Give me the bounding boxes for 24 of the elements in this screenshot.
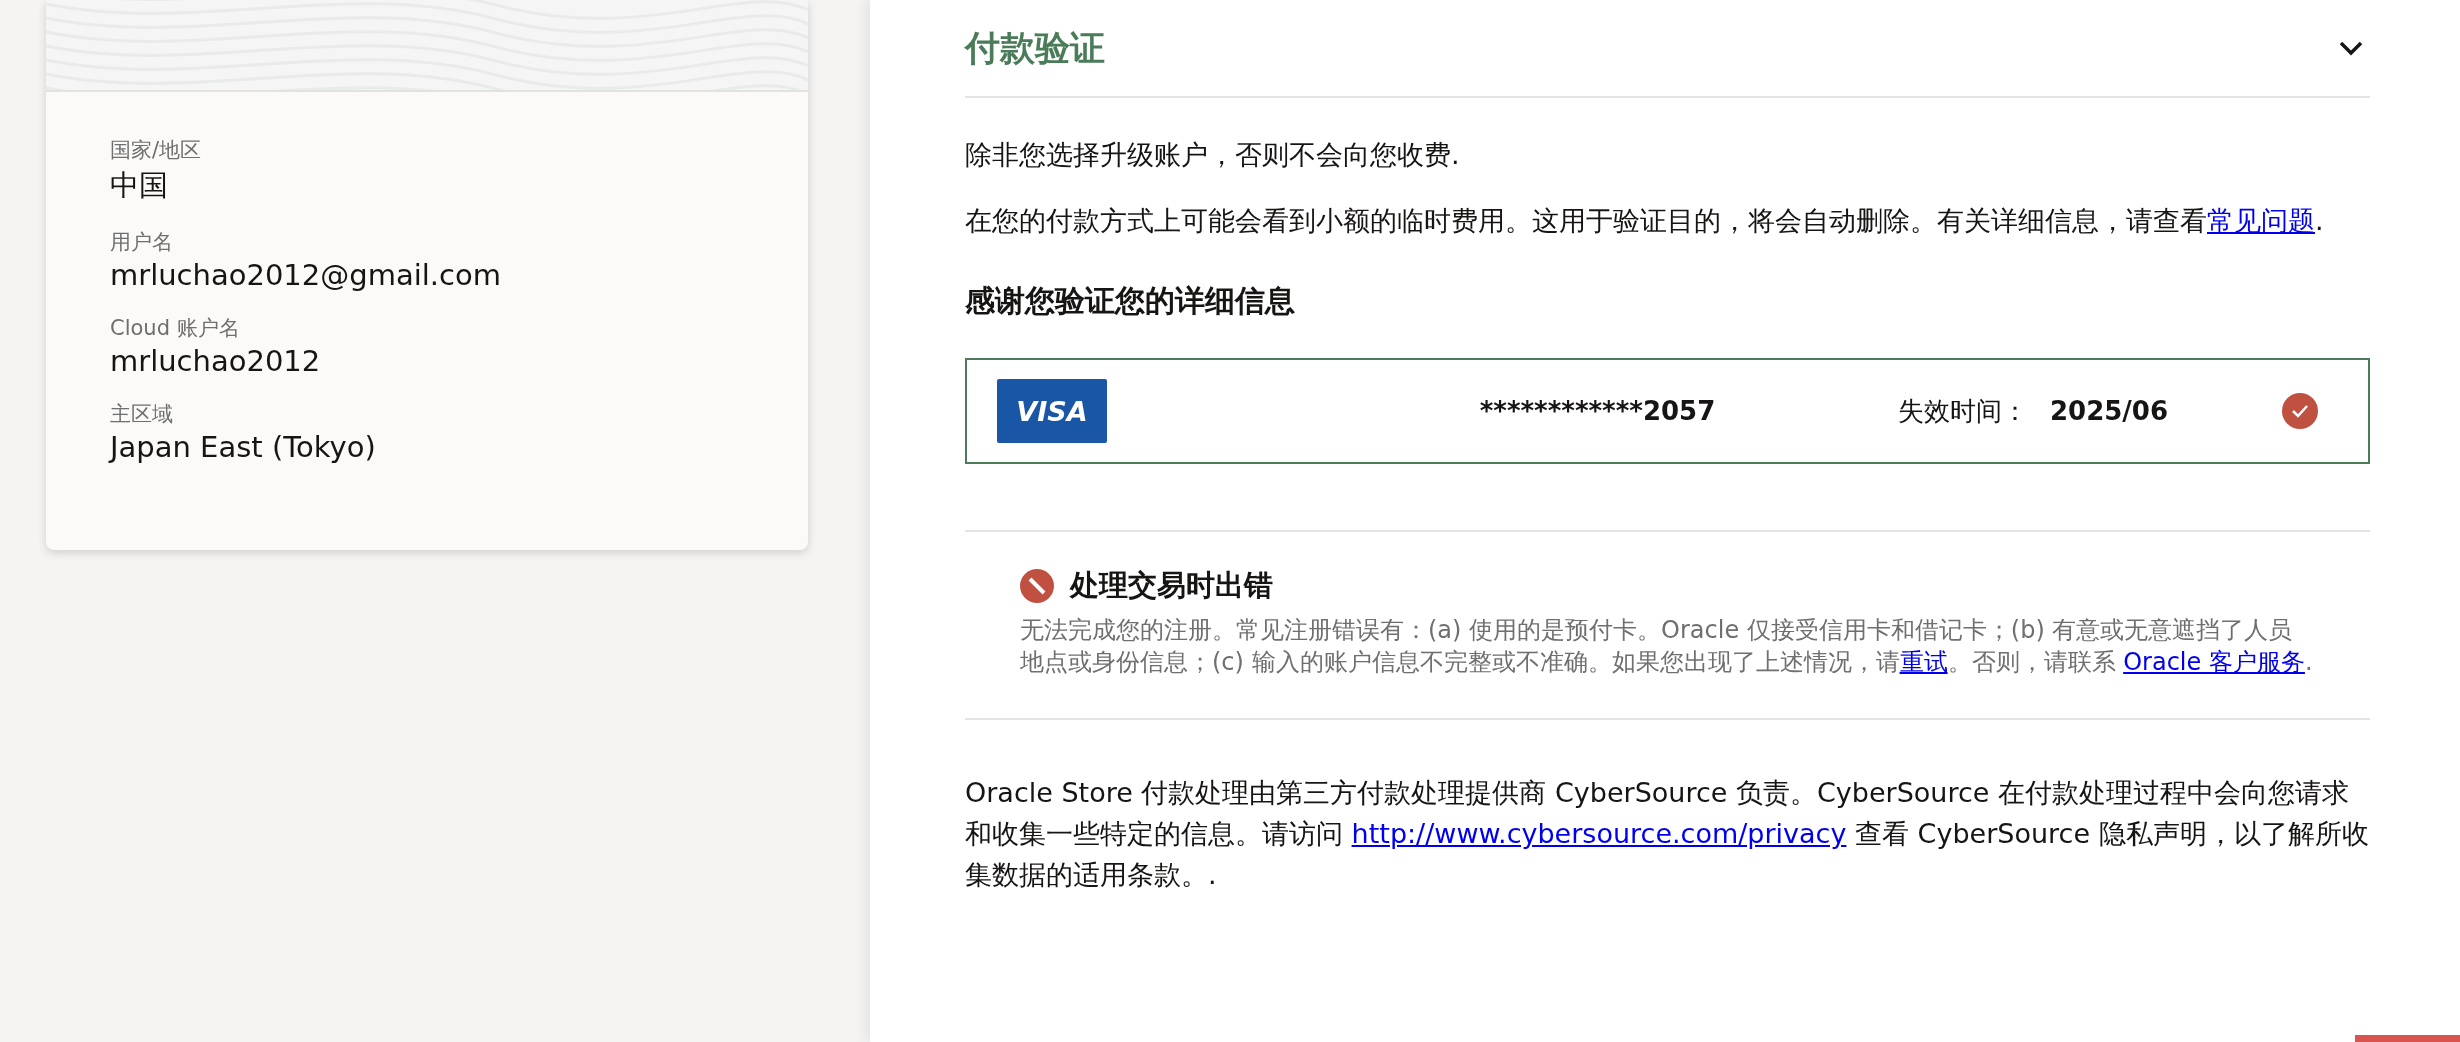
privacy-link[interactable]: http://www.cybersource.com/privacy — [1351, 818, 1847, 849]
error-title: 处理交易时出错 — [1070, 567, 1273, 604]
field-label: 国家/地区 — [110, 137, 203, 164]
expiry-label: 失效时间： — [1898, 394, 2028, 428]
field-label: Cloud 账户名 — [110, 315, 241, 342]
field-label: 用户名 — [110, 229, 174, 256]
error-text: 无法完成您的注册。常见注册错误有：(a) 使用的是预付卡。Oracle 仅接受信用卡和借记卡；(b) 有意或无意遮挡了人员地点或身份信息；(c) 输入的账户信息不完整或不准确。如果您出现了上述情况，请重试。否则，请联系 Oracle 客户服务. — [1020, 615, 2314, 678]
error-icon — [1020, 569, 1054, 603]
field-value: 中国 — [110, 167, 169, 204]
retry-link[interactable]: 重试 — [1899, 648, 1948, 676]
card-number: ************2057 — [1478, 396, 1717, 426]
field-label: 主区域 — [110, 401, 174, 428]
notice-text: 除非您选择升级账户，否则不会向您收费. — [965, 138, 1461, 172]
support-link[interactable]: Oracle 客户服务 — [2123, 648, 2305, 676]
visa-logo: VISA — [997, 379, 1107, 443]
expiry-value: 2025/06 — [2050, 396, 2169, 426]
section-title: 付款验证 — [965, 26, 1105, 70]
thanks-heading: 感谢您验证您的详细信息 — [965, 282, 1296, 320]
field-value: Japan East (Tokyo) — [110, 430, 377, 464]
footer-text: Oracle Store 付款处理由第三方付款处理提供商 CyberSource 负责。CyberSource 在付款处理过程中会向您请求和收集一些特定的信息。请访问 http://www.cybersource.com/privacy 查看 CyberSource 隐私声明，以了解所收集数据的适用条款。. — [965, 776, 2370, 892]
field-value: mrluchao2012 — [110, 344, 322, 378]
field-value: mrluchao2012@gmail.com — [110, 258, 502, 292]
faq-link[interactable]: 常见问题 — [2207, 205, 2315, 236]
info-text: 在您的付款方式上可能会看到小额的临时费用。这用于验证目的，将会自动删除。有关详细信息，请查看常见问题. — [965, 204, 2325, 238]
